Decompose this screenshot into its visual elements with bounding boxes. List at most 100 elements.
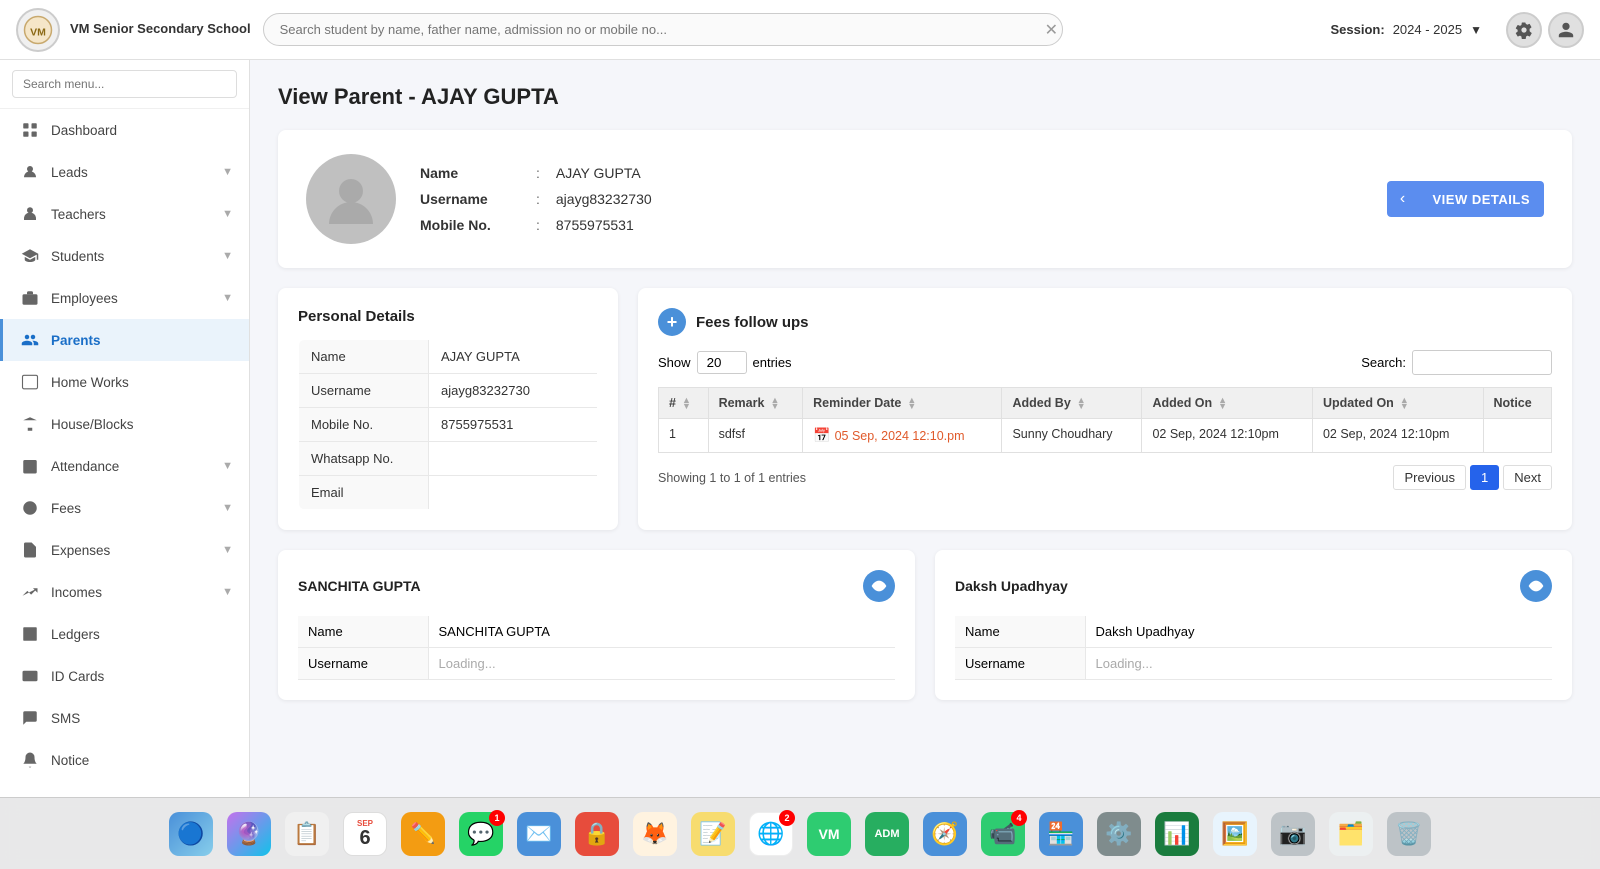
sidebar-item-homeworks[interactable]: Home Works [0,361,249,403]
logo-area: VM VM Senior Secondary School [16,8,251,52]
fees-icon [19,497,41,519]
previous-button[interactable]: Previous [1393,465,1466,490]
dock-capture[interactable]: 📷 [1267,808,1319,860]
leads-icon [19,161,41,183]
leads-chevron-icon: ▼ [222,166,233,178]
view-child-2-button[interactable] [1520,570,1552,602]
dock-appstore[interactable]: 🏪 [1035,808,1087,860]
dock-whatsapp[interactable]: 💬 1 [455,808,507,860]
reminder-date-value: 05 Sep, 2024 12:10.pm [835,429,965,443]
pagination-controls: Previous 1 Next [1393,465,1552,490]
fees-search-input[interactable] [1412,350,1552,375]
page-1-button[interactable]: 1 [1470,465,1499,490]
whatsapp-badge: 1 [489,810,505,826]
dock-sublime[interactable]: ✏️ [397,808,449,860]
profile-mobile-row: Mobile No. : 8755975531 [420,217,652,233]
sidebar-item-expenses[interactable]: Expenses ▼ [0,529,249,571]
profile-username-row: Username : ajayg83232730 [420,191,652,207]
pd-row: NameAJAY GUPTA [299,340,598,374]
sidebar-item-sms[interactable]: SMS [0,697,249,739]
sidebar-item-ledgers[interactable]: Ledgers [0,613,249,655]
dock-chrome[interactable]: 🌐 2 [745,808,797,860]
sidebar-item-teachers[interactable]: Teachers ▼ [0,193,249,235]
house-blocks-icon [19,413,41,435]
sidebar-item-house-blocks[interactable]: House/Blocks [0,403,249,445]
sort-added-by-icon[interactable]: ▲▼ [1077,397,1086,410]
sidebar-item-fees[interactable]: Fees ▼ [0,487,249,529]
session-chevron-icon[interactable]: ▼ [1470,23,1482,37]
pd-value: AJAY GUPTA [429,340,598,374]
child2-name-val: Daksh Upadhyay [1085,616,1552,648]
fees-followup-card: + Fees follow ups Show entries Search: [638,288,1572,530]
sidebar-search-input[interactable] [12,70,237,98]
main-content: View Parent - AJAY GUPTA Name : AJAY GUP… [250,60,1600,797]
dock-openvpn[interactable]: 🔒 [571,808,623,860]
col-remark: Remark▲▼ [708,388,803,419]
view-details-button[interactable]: VIEW DETAILS [1419,181,1544,217]
sidebar-item-id-cards[interactable]: ID Cards [0,655,249,697]
username-field-value: ajayg83232730 [556,191,652,207]
view-child-1-button[interactable] [863,570,895,602]
sidebar-item-attendance[interactable]: Attendance ▼ [0,445,249,487]
sidebar-item-students[interactable]: Students ▼ [0,235,249,277]
dock-finder-window[interactable]: 🗂️ [1325,808,1377,860]
sidebar-item-label-ledgers: Ledgers [51,627,233,642]
session-area: Session: 2024 - 2025 ▼ [1331,22,1482,37]
dock-safari[interactable]: 🧭 [919,808,971,860]
dock-contacts[interactable]: 📋 [281,808,333,860]
dock-excel[interactable]: 📊 [1151,808,1203,860]
school-logo: VM [16,8,60,52]
sidebar-item-label-expenses: Expenses [51,543,212,558]
sort-reminder-icon[interactable]: ▲▼ [907,397,916,410]
fees-search-area: Search: [1361,350,1552,375]
next-button[interactable]: Next [1503,465,1552,490]
settings-icon-btn[interactable] [1506,12,1542,48]
sidebar-item-leads[interactable]: Leads ▼ [0,151,249,193]
fees-row-1: 1 sdfsf 📅 05 Sep, 2024 12:10.pm Sunny Ch… [659,419,1552,453]
dock-vidmarg-admin[interactable]: ADM [861,808,913,860]
global-search-input[interactable] [263,13,1063,46]
back-button[interactable]: ‹ [1387,181,1419,217]
sidebar-item-employees[interactable]: Employees ▼ [0,277,249,319]
sort-added-on-icon[interactable]: ▲▼ [1218,397,1227,410]
show-entries-input[interactable] [697,351,747,374]
expenses-chevron-icon: ▼ [222,544,233,556]
personal-details-table: NameAJAY GUPTAUsernameajayg83232730Mobil… [298,339,598,510]
dock-finder[interactable]: 🔵 [165,808,217,860]
teachers-chevron-icon: ▼ [222,208,233,220]
show-label: Show [658,355,691,370]
add-followup-button[interactable]: + [658,308,686,336]
attendance-chevron-icon: ▼ [222,460,233,472]
dock-mail[interactable]: ✉️ [513,808,565,860]
user-avatar-btn[interactable] [1548,12,1584,48]
dock-notes[interactable]: 📝 [687,808,739,860]
sort-remark-icon[interactable]: ▲▼ [770,397,779,410]
dock-firefox[interactable]: 🦊 [629,808,681,860]
child-card-header-2: Daksh Upadhyay [955,570,1552,602]
sidebar-item-parents[interactable]: Parents [0,319,249,361]
personal-details-card: Personal Details NameAJAY GUPTAUsernamea… [278,288,618,530]
child-cards-section: SANCHITA GUPTA Name SANCHITA GUPTA [278,550,1572,700]
child-username-val: Loading... [428,648,895,680]
pd-row: Usernameajayg83232730 [299,374,598,408]
dock-preview[interactable]: 🖼️ [1209,808,1261,860]
dock-trash[interactable]: 🗑️ [1383,808,1435,860]
dock-calendar[interactable]: SEP 6 [339,808,391,860]
session-selector[interactable]: 2024 - 2025 [1393,22,1462,37]
cell-remark: sdfsf [708,419,803,453]
child-table-2: Name Daksh Upadhyay Username Loading... [955,616,1552,680]
search-clear-button[interactable]: ✕ [1045,20,1058,40]
child2-row-username: Username Loading... [955,648,1552,680]
dock-vidmarg[interactable]: VM [803,808,855,860]
sidebar-item-label-id-cards: ID Cards [51,669,233,684]
dock-facetime[interactable]: 📹 4 [977,808,1029,860]
sidebar-item-incomes[interactable]: Incomes ▼ [0,571,249,613]
sidebar-item-label-parents: Parents [51,333,233,348]
sidebar-item-notice[interactable]: Notice [0,739,249,781]
sort-updated-icon[interactable]: ▲▼ [1400,397,1409,410]
sidebar-item-dashboard[interactable]: Dashboard [0,109,249,151]
dock-settings[interactable]: ⚙️ [1093,808,1145,860]
sort-num-icon[interactable]: ▲▼ [682,397,691,410]
dock-siri[interactable]: 🔮 [223,808,275,860]
notice-icon [19,749,41,771]
